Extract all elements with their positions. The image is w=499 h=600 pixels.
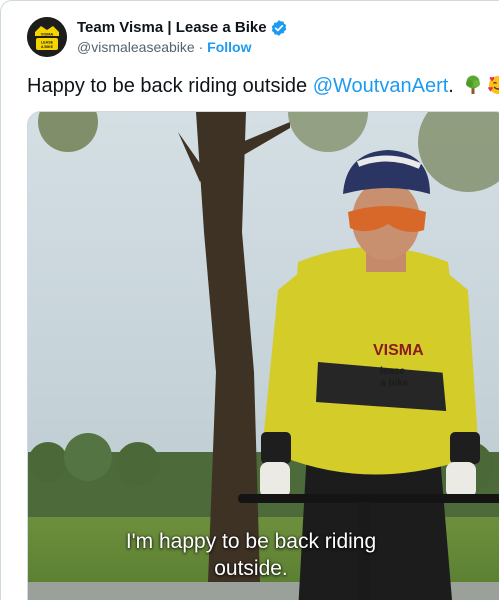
- account-names: Team Visma | Lease a Bike @vismaleaseabi…: [77, 18, 288, 56]
- avatar-logo-line-3: A BIKE: [41, 45, 54, 49]
- mention-link[interactable]: @WoutvanAert: [313, 75, 449, 97]
- video-caption: I'm happy to be back riding outside.: [28, 528, 474, 582]
- jersey-sponsor-text-2: lease: [380, 366, 405, 377]
- avatar-logo-line-1: VISMA: [41, 32, 54, 37]
- jersey-sponsor-text: VISMA: [373, 342, 424, 359]
- avatar[interactable]: VISMA LEASE A BIKE: [27, 17, 67, 57]
- handle[interactable]: @vismaleaseabike: [77, 39, 195, 55]
- jersey-sponsor-text-3: a bike: [380, 378, 409, 389]
- name-row: Team Visma | Lease a Bike: [77, 18, 288, 37]
- handle-row: @vismaleaseabike · Follow: [77, 38, 288, 56]
- caption-line-2: outside.: [214, 557, 288, 580]
- video-player[interactable]: VISMA lease a bike I'm happy to be back …: [27, 111, 499, 600]
- tweet-text-body: Happy to be back riding outside: [27, 75, 313, 97]
- tweet-text: Happy to be back riding outside @Woutvan…: [27, 73, 499, 103]
- verified-badge-icon: [270, 19, 288, 37]
- display-name[interactable]: Team Visma | Lease a Bike: [77, 18, 267, 37]
- handle-separator: ·: [194, 39, 208, 55]
- tweet-card: VISMA LEASE A BIKE Team Visma | Lease a …: [0, 0, 499, 600]
- avatar-logo-line-2: LEASE: [41, 41, 54, 45]
- follow-button[interactable]: Follow: [207, 39, 251, 55]
- caption-line-1: I'm happy to be back riding: [125, 530, 377, 553]
- smiling-face-with-hearts-icon: [487, 74, 499, 103]
- team-logo-icon: VISMA LEASE A BIKE: [27, 17, 67, 57]
- video-frame: VISMA lease a bike: [28, 112, 499, 600]
- tweet-header: VISMA LEASE A BIKE Team Visma | Lease a …: [27, 17, 288, 57]
- tweet-text-end: .: [448, 75, 454, 97]
- tree-emoji-icon: [462, 74, 484, 103]
